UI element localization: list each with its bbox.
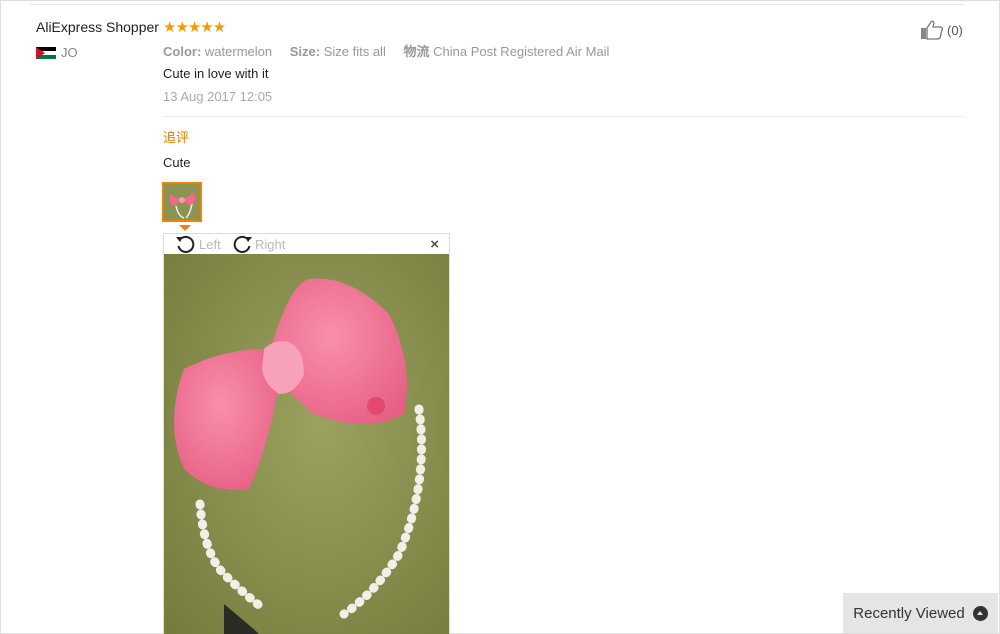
star-rating: ★★★★★	[163, 19, 226, 36]
review-comment: Cute in love with it	[163, 66, 269, 81]
thumbnail-pointer	[179, 225, 191, 231]
rotate-right-button[interactable]: Right	[231, 235, 285, 253]
country-code: JO	[61, 45, 78, 60]
thumbs-up-icon	[921, 20, 943, 40]
thumbnail-image	[164, 184, 200, 220]
recently-viewed-label: Recently Viewed	[853, 604, 965, 622]
rotate-left-button[interactable]: Left	[175, 235, 221, 253]
divider	[30, 4, 964, 5]
rotate-left-icon	[176, 235, 195, 253]
photo-viewer: Left Right ×	[163, 233, 450, 634]
rotate-left-label: Left	[199, 236, 221, 252]
recently-viewed-button[interactable]: Recently Viewed	[843, 593, 998, 633]
reviewer-name: AliExpress Shopper	[36, 19, 159, 35]
review-date: 13 Aug 2017 12:05	[163, 89, 273, 104]
size-label: Size:	[289, 44, 321, 59]
additional-review-text: Cute	[163, 155, 191, 170]
rotate-right-icon	[233, 235, 252, 253]
color-label: Color:	[163, 44, 202, 59]
review-container	[0, 0, 1000, 634]
shipping-label: 物流	[403, 44, 430, 59]
jordan-flag-icon	[36, 46, 56, 59]
chevron-up-icon	[972, 605, 988, 621]
additional-review-title: 追评	[163, 130, 190, 145]
rotate-right-label: Right	[255, 236, 286, 252]
close-icon[interactable]: ×	[430, 236, 439, 253]
color-value: watermelon	[204, 44, 273, 59]
reviewer-country: JO	[36, 45, 78, 60]
order-attributes: Color: watermelon Size: Size fits all 物流…	[163, 41, 623, 60]
shipping-value: China Post Registered Air Mail	[433, 44, 610, 59]
divider	[163, 116, 963, 117]
size-value: Size fits all	[323, 44, 386, 59]
hair-bow-headband-photo	[164, 254, 449, 634]
review-photo	[164, 254, 449, 634]
viewer-toolbar: Left Right ×	[164, 234, 449, 254]
helpful-button[interactable]: (0)	[920, 20, 963, 40]
review-photo-thumbnail[interactable]	[162, 182, 202, 222]
like-count: (0)	[947, 22, 963, 38]
